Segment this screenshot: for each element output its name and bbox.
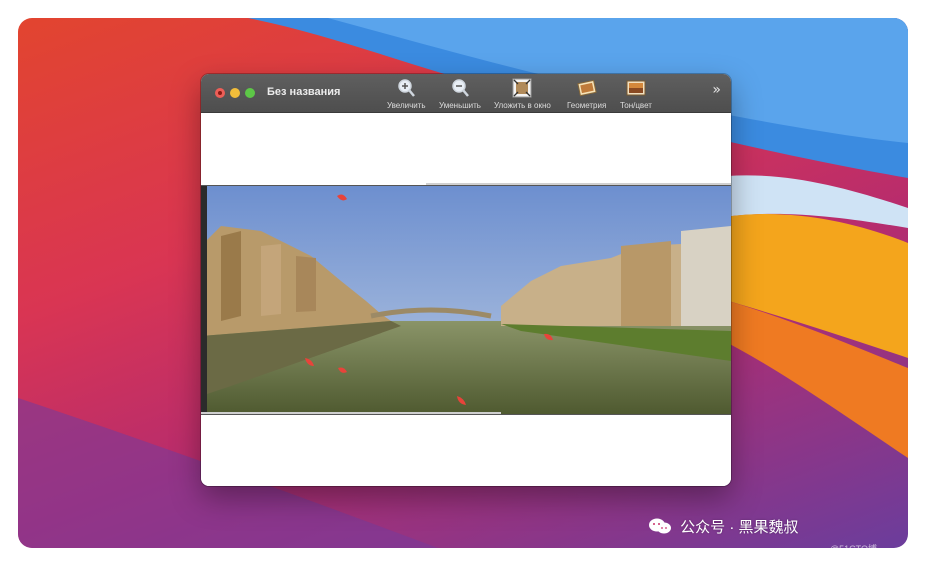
tone-color-icon (626, 80, 646, 96)
canvas-divider (426, 183, 731, 185)
zoom-out-icon (452, 79, 469, 97)
zoom-out-label: Уменьшить (439, 101, 481, 110)
wechat-icon (649, 518, 671, 534)
geometry-label: Геометрия (567, 101, 607, 110)
fit-window-icon (512, 78, 532, 98)
geometry-icon (576, 79, 597, 97)
river-photo (201, 185, 731, 415)
toolbar-overflow-button[interactable]: » (712, 82, 721, 98)
watermark-badge: @51CTO博 (830, 544, 877, 554)
tone-color-label: Тон/цвет (620, 101, 652, 110)
watermark-text: 公众号 · 黑果魏叔 (680, 519, 799, 536)
fit-window-button[interactable]: Уложить в окно (494, 78, 551, 110)
title-toolbar: Без названия Увеличить Уменьшить Уложить… (201, 74, 731, 113)
window-title: Без названия (267, 86, 341, 98)
geometry-button[interactable]: Геометрия (567, 78, 606, 110)
maximize-button[interactable] (245, 88, 255, 98)
zoom-in-icon (398, 79, 416, 97)
watermark: 公众号 · 黑果魏叔 (648, 516, 799, 537)
zoom-in-label: Увеличить (387, 101, 426, 110)
app-window: Без названия Увеличить Уменьшить Уложить… (201, 74, 731, 486)
close-button[interactable] (215, 88, 225, 98)
fit-window-label: Уложить в окно (494, 101, 551, 110)
minimize-button[interactable] (230, 88, 240, 98)
zoom-in-button[interactable]: Увеличить (387, 78, 426, 110)
image-canvas[interactable] (201, 113, 731, 486)
zoom-out-button[interactable]: Уменьшить (439, 78, 481, 110)
tone-color-button[interactable]: Тон/цвет (620, 78, 652, 110)
